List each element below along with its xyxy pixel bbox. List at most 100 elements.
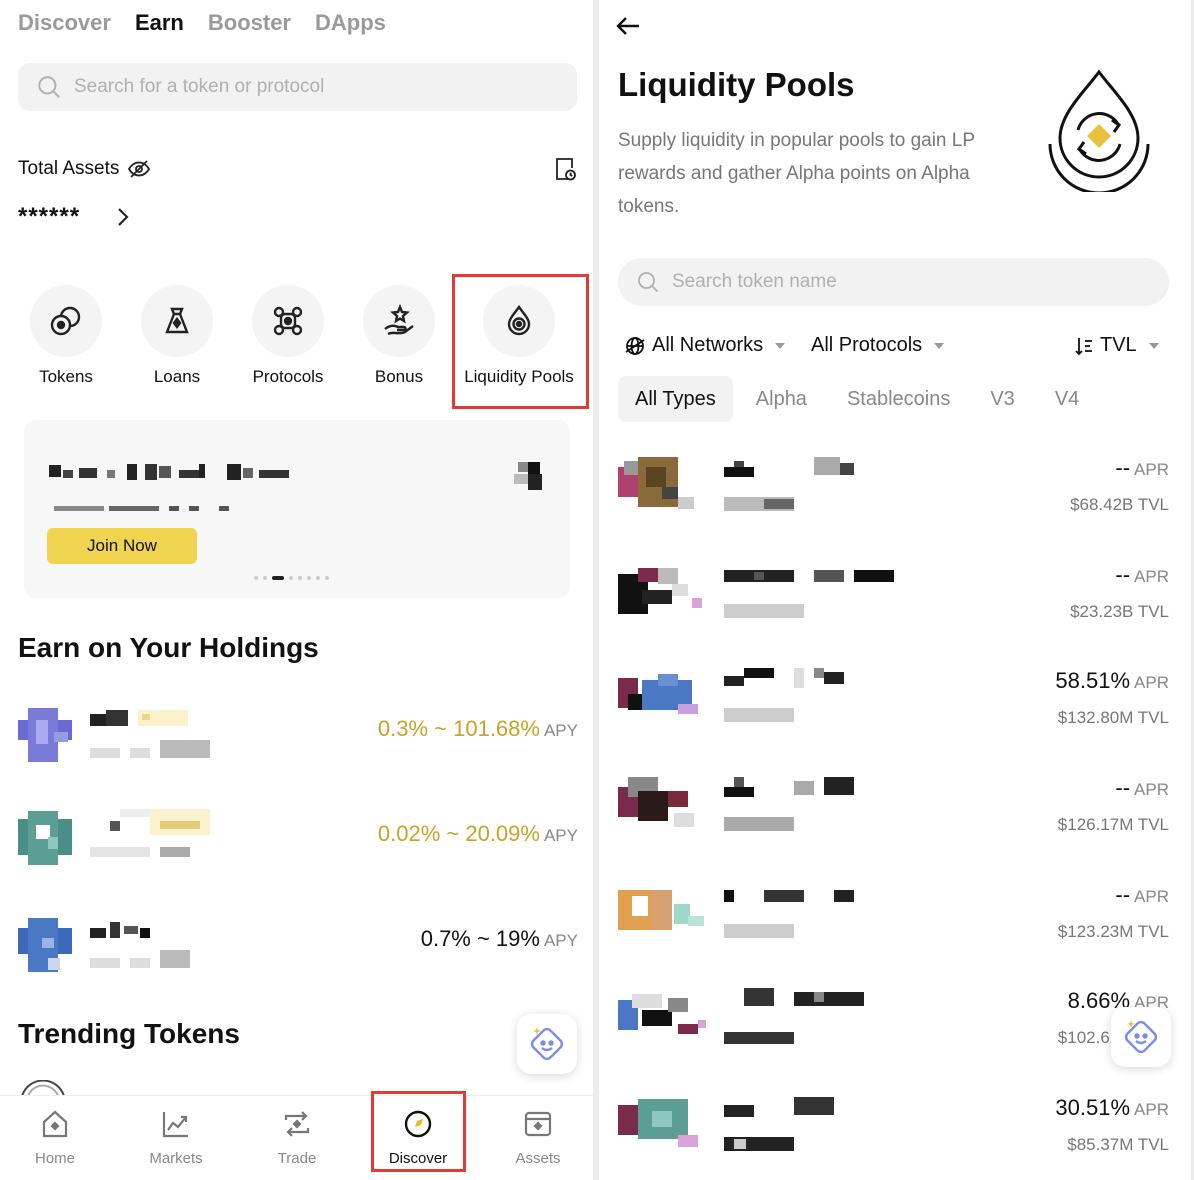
tab-v3[interactable]: V3 <box>973 376 1031 422</box>
sort-label: TVL <box>1100 334 1137 356</box>
pool-name-redacted <box>724 777 854 831</box>
nav-label: Home <box>34 1150 75 1167</box>
protocols-icon <box>252 285 324 357</box>
pool-name-redacted <box>724 570 894 618</box>
tab-booster[interactable]: Booster <box>208 10 291 36</box>
holding-apy: 0.3% ~ 101.68% APY <box>378 716 578 742</box>
earn-screen: Discover Earn Booster DApps Search for a… <box>0 0 593 1180</box>
pool-logo-redacted <box>618 457 694 509</box>
carousel-dot <box>289 576 293 580</box>
carousel-dots <box>254 576 329 580</box>
token-name-redacted <box>90 918 220 977</box>
pool-row[interactable]: 58.51% APR $132.80M TVL <box>618 668 1169 748</box>
liquidity-drop-icon <box>1048 69 1150 192</box>
apy-range: 0.02% ~ 20.09% <box>377 821 540 846</box>
protocols-filter[interactable]: All Protocols <box>811 334 945 357</box>
pool-row[interactable]: -- APR $23.23B TVL <box>618 562 1169 642</box>
holding-row[interactable]: 0.3% ~ 101.68% APY <box>18 698 578 762</box>
quick-action-label: Loans <box>153 367 201 386</box>
bottom-nav: Home Markets Trade Discover Assets <box>0 1095 593 1180</box>
nav-label: Discover <box>388 1150 448 1167</box>
networks-filter[interactable]: All Networks <box>624 334 786 357</box>
nav-label: Trade <box>277 1150 317 1167</box>
discover-icon <box>404 1110 432 1138</box>
pool-tvl: $123.23M TVL <box>1057 922 1169 941</box>
chevron-right-icon[interactable] <box>116 206 130 228</box>
tab-dapps[interactable]: DApps <box>315 10 386 36</box>
pool-apr: -- APR <box>1115 455 1169 481</box>
quick-action-liquidity-pools[interactable]: Liquidity Pools <box>464 285 574 387</box>
page-description: Supply liquidity in popular pools to gai… <box>618 130 975 217</box>
pool-logo-redacted <box>618 568 702 614</box>
protocols-label: All Protocols <box>811 334 923 356</box>
trade-icon <box>284 1111 310 1137</box>
banner-subtitle-redacted <box>54 500 234 511</box>
pool-row[interactable]: -- APR $123.23M TVL <box>618 882 1169 962</box>
apy-unit: APY <box>543 721 578 740</box>
quick-action-tokens[interactable]: Tokens <box>11 285 121 387</box>
search-icon <box>38 76 60 98</box>
pool-logo-redacted <box>618 994 706 1034</box>
banner-image-redacted <box>508 458 550 494</box>
token-logo-redacted <box>18 918 72 977</box>
sort-icon <box>1075 337 1092 355</box>
token-logo-redacted <box>18 708 72 767</box>
pool-logo-redacted <box>618 777 694 827</box>
join-now-button[interactable]: Join Now <box>47 528 197 564</box>
nav-trade[interactable]: Trade <box>247 1108 347 1167</box>
pool-logo-redacted <box>618 1099 698 1147</box>
tokens-icon <box>30 285 102 357</box>
pool-name-redacted <box>724 457 854 511</box>
eye-off-icon[interactable] <box>127 157 151 181</box>
pool-tvl: $126.17M TVL <box>1057 815 1169 834</box>
search-input[interactable]: Search for a token or protocol <box>18 63 577 111</box>
earn-section-title: Earn on Your Holdings <box>18 632 319 663</box>
tab-alpha[interactable]: Alpha <box>739 376 824 422</box>
nav-home[interactable]: Home <box>5 1108 105 1167</box>
ai-assistant-button[interactable] <box>517 1014 577 1074</box>
pool-row[interactable]: 8.66%APR $102.62M TVL <box>618 988 1169 1068</box>
promo-banner[interactable]: Join Now <box>24 420 570 598</box>
quick-action-bonus[interactable]: Bonus <box>344 285 454 387</box>
search-placeholder: Search for a token or protocol <box>74 76 325 97</box>
pool-tvl: $85.37M TVL <box>1067 1135 1169 1154</box>
total-assets-label: Total Assets <box>18 158 120 179</box>
back-arrow-icon[interactable] <box>615 14 641 38</box>
quick-action-loans[interactable]: Loans <box>122 285 232 387</box>
pool-name-redacted <box>724 890 854 938</box>
sort-tvl[interactable]: TVL <box>1074 334 1159 357</box>
nav-markets[interactable]: Markets <box>126 1108 226 1167</box>
ai-assistant-icon <box>1124 1020 1158 1054</box>
pool-tvl: $68.42B TVL <box>1070 495 1169 514</box>
tab-all-types[interactable]: All Types <box>618 376 733 422</box>
pool-tvl: $132.80M TVL <box>1057 708 1169 727</box>
pool-row[interactable]: -- APR $126.17M TVL <box>618 775 1169 855</box>
nav-discover[interactable]: Discover <box>368 1108 468 1167</box>
tab-v4[interactable]: V4 <box>1038 376 1096 422</box>
token-name-redacted <box>90 807 220 866</box>
tab-discover[interactable]: Discover <box>18 10 111 36</box>
holding-row[interactable]: 0.7% ~ 19% APY <box>18 908 578 972</box>
tab-earn[interactable]: Earn <box>135 10 184 36</box>
pool-apr: -- APR <box>1115 562 1169 588</box>
nav-assets[interactable]: Assets <box>488 1108 588 1167</box>
search-input[interactable]: Search token name <box>618 258 1169 306</box>
holding-row[interactable]: 0.02% ~ 20.09% APY <box>18 803 578 866</box>
pool-tvl: $23.23B TVL <box>1070 602 1169 621</box>
apr-unit: APR <box>1134 1100 1169 1119</box>
apr-unit: APR <box>1134 673 1169 692</box>
pool-name-redacted <box>724 988 864 1044</box>
tab-stablecoins[interactable]: Stablecoins <box>830 376 967 422</box>
history-icon[interactable] <box>553 156 577 182</box>
carousel-dot <box>316 576 320 580</box>
quick-action-protocols[interactable]: Protocols <box>233 285 343 387</box>
liquidity-pools-icon <box>483 285 555 357</box>
carousel-dot-active <box>272 576 284 580</box>
pool-apr: 58.51% APR <box>1055 668 1169 694</box>
apr-value: 30.51% <box>1055 1095 1131 1120</box>
pool-row[interactable]: 30.51% APR $85.37M TVL <box>618 1095 1169 1175</box>
ai-assistant-button[interactable] <box>1111 1007 1171 1067</box>
pool-row[interactable]: -- APR $68.42B TVL <box>618 455 1169 535</box>
total-assets: Total Assets <box>18 157 151 181</box>
bonus-icon <box>363 285 435 357</box>
